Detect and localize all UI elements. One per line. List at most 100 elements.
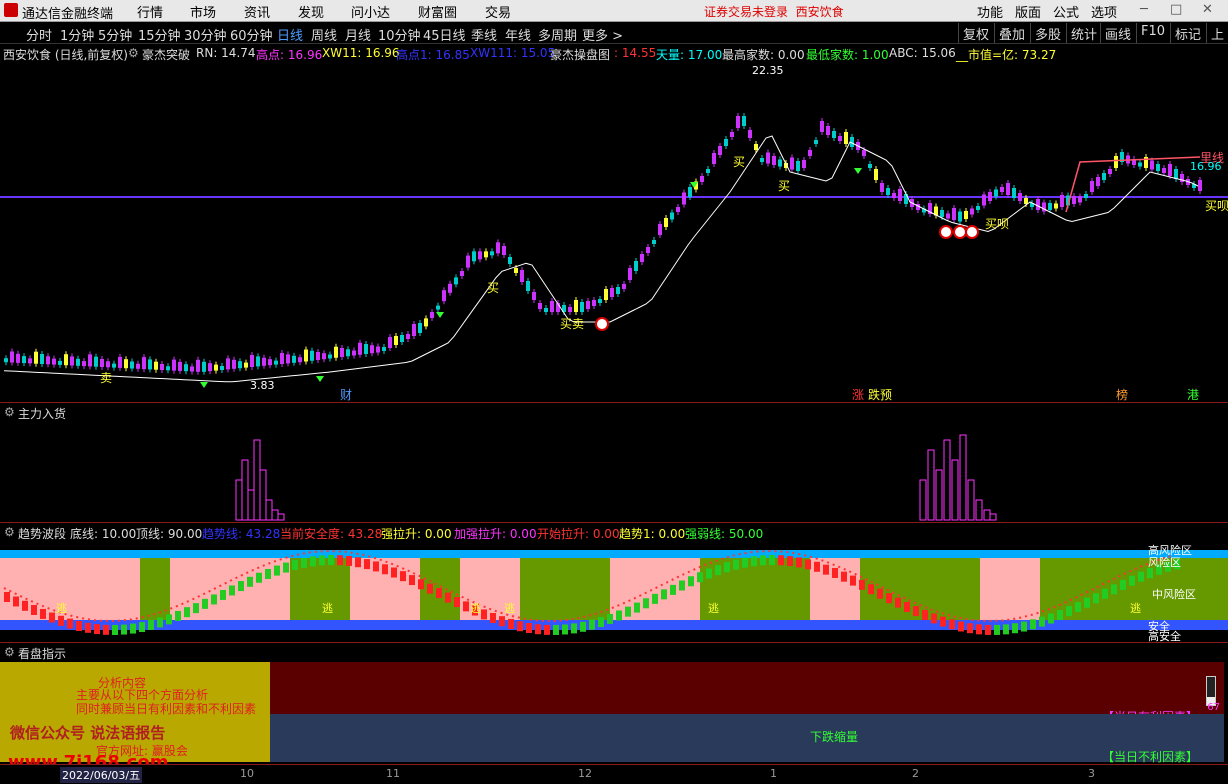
candle-body: [628, 268, 632, 280]
period-45day[interactable]: 45日线: [423, 25, 466, 44]
moving-average-line: [3, 135, 1199, 383]
trend-candle: [733, 559, 739, 570]
candle-body: [472, 251, 476, 262]
menu-caifuquan[interactable]: 财富圈: [418, 2, 457, 21]
panel-kanpan-settings-icon[interactable]: ⚙: [4, 645, 15, 659]
period-10min[interactable]: 10分钟: [378, 25, 421, 44]
period-multi[interactable]: 多周期: [538, 25, 577, 44]
trend-candle: [256, 572, 262, 583]
trend-candle: [886, 593, 892, 604]
close-icon[interactable]: ✕: [1202, 2, 1213, 17]
trend-candle: [1048, 613, 1054, 624]
period-30min[interactable]: 30分钟: [184, 25, 227, 44]
btn-diejia[interactable]: 叠加: [994, 23, 1029, 43]
wechat-label: 微信公众号 说法语报告: [10, 724, 166, 742]
period-year[interactable]: 年线: [505, 25, 531, 44]
trend-candle: [517, 621, 523, 632]
period-5min[interactable]: 5分钟: [98, 25, 132, 44]
btn-up[interactable]: 上: [1206, 23, 1228, 43]
period-1min[interactable]: 1分钟: [60, 25, 94, 44]
candle-body: [418, 323, 422, 333]
btn-duogu[interactable]: 多股: [1030, 23, 1065, 43]
trend-candle: [328, 555, 334, 566]
trend-candle: [112, 624, 118, 635]
period-more[interactable]: 更多 >: [582, 25, 623, 44]
period-monthly[interactable]: 月线: [345, 25, 371, 44]
menu-gongneng[interactable]: 功能: [977, 2, 1003, 21]
period-fenshi[interactable]: 分时: [26, 25, 52, 44]
trend-candle: [247, 576, 253, 587]
zhang-marker[interactable]: 涨: [852, 387, 864, 402]
maximize-icon[interactable]: □: [1170, 2, 1182, 17]
candle-body: [904, 194, 908, 204]
main-force-chart[interactable]: [0, 420, 1228, 522]
candle-body: [220, 366, 224, 370]
fall-warn-marker[interactable]: 跌预: [868, 387, 892, 402]
btn-huaxian[interactable]: 画线: [1100, 23, 1135, 43]
period-daily[interactable]: 日线: [277, 25, 303, 44]
menu-hangqing[interactable]: 行情: [137, 2, 163, 21]
trend-candle: [625, 606, 631, 617]
menu-jiaoyi[interactable]: 交易: [485, 2, 511, 21]
trend-candle: [877, 588, 883, 599]
trend-candle: [544, 624, 550, 635]
jie-marker[interactable]: 榜: [1116, 387, 1128, 402]
zone-label-high-safe: 高安全: [1148, 629, 1181, 642]
candle-body: [436, 305, 440, 310]
trend-candle: [535, 624, 541, 635]
candle-body: [814, 140, 818, 144]
trend-candle: [148, 619, 154, 630]
down-volume-label: 下跌缩量: [810, 730, 859, 744]
period-15min[interactable]: 15分钟: [138, 25, 181, 44]
btn-tongji[interactable]: 统计: [1066, 23, 1101, 43]
btn-fuquan[interactable]: 复权: [958, 23, 993, 43]
menu-faxian[interactable]: 发现: [298, 2, 324, 21]
main-force-bar: [967, 479, 975, 521]
period-quarter[interactable]: 季线: [471, 25, 497, 44]
login-warning[interactable]: 证券交易未登录 西安饮食: [704, 3, 844, 20]
menu-shichang[interactable]: 市场: [190, 2, 216, 21]
trend-candle: [40, 608, 46, 619]
trend-candle: [913, 606, 919, 617]
candle-body: [1048, 203, 1052, 210]
menu-banmian[interactable]: 版面: [1015, 2, 1041, 21]
trend-candle: [337, 555, 343, 566]
btn-f10[interactable]: F10: [1136, 23, 1169, 43]
candle-body: [226, 358, 230, 370]
panel-settings-icon[interactable]: ⚙: [4, 405, 15, 419]
menu-gongshi[interactable]: 公式: [1053, 2, 1079, 21]
candle-body: [778, 159, 782, 167]
trend-candle: [679, 580, 685, 591]
menu-xuanxiang[interactable]: 选项: [1091, 2, 1117, 21]
btn-biaoji[interactable]: 标记: [1170, 23, 1205, 43]
stock-name: 西安饮食 (日线,前复权): [3, 48, 128, 62]
kline-chart[interactable]: 22.35 3.83 买 买 买 买卖 买呗 买呗 卖 里线 16.96 财 涨…: [0, 62, 1228, 402]
candle-body: [478, 251, 482, 260]
high1-value: 高点1: 16.85: [396, 48, 470, 62]
settings-icon[interactable]: ⚙: [128, 46, 139, 60]
candle-body: [298, 357, 302, 363]
candle-body: [292, 355, 296, 363]
candle-body: [898, 189, 902, 201]
candle-body: [580, 302, 584, 312]
candle-body: [1108, 169, 1112, 174]
trend-candle: [769, 555, 775, 566]
minimize-icon[interactable]: ─: [1140, 2, 1148, 17]
candle-body: [958, 211, 962, 222]
period-60min[interactable]: 60分钟: [230, 25, 273, 44]
menu-wenxiaoda[interactable]: 问小达: [351, 2, 390, 21]
bad-factor-label[interactable]: 【当日不利因素】: [1102, 748, 1198, 765]
candle-body: [520, 270, 524, 282]
period-weekly[interactable]: 周线: [311, 25, 337, 44]
candle-body: [442, 290, 446, 302]
panel-trend-settings-icon[interactable]: ⚙: [4, 525, 15, 539]
candle-body: [994, 189, 998, 197]
finance-marker[interactable]: 财: [340, 388, 352, 402]
trend-candle: [94, 624, 100, 635]
gang-marker[interactable]: 港: [1187, 388, 1199, 402]
trend-candle: [670, 584, 676, 595]
main-force-bar: [265, 499, 273, 521]
trend-band-chart[interactable]: 高风险区 风险区 中风险区 安全 高安全 逃 逃 逃 逃 逃 逃: [0, 540, 1228, 642]
menu-zixun[interactable]: 资讯: [244, 2, 270, 21]
indicator-name[interactable]: 豪杰突破: [142, 46, 190, 63]
